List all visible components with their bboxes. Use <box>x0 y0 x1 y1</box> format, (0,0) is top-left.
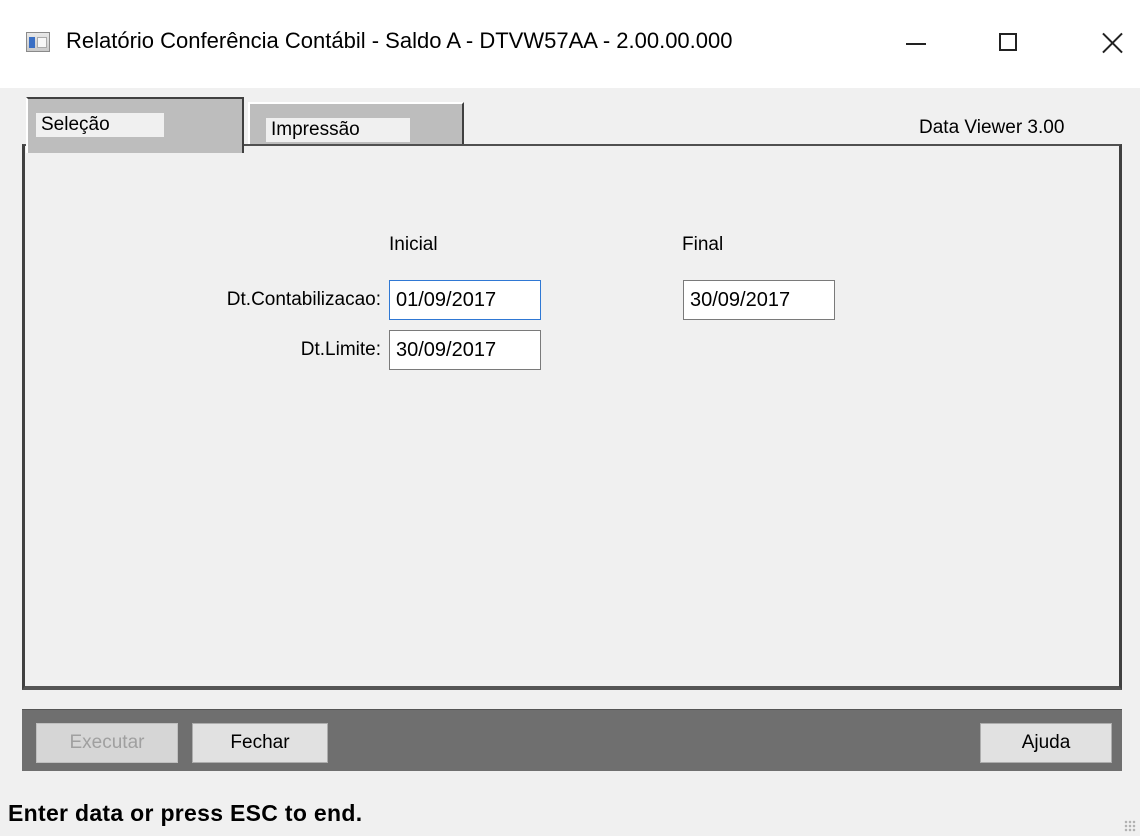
title-bar[interactable]: Relatório Conferência Contábil - Saldo A… <box>0 0 1140 88</box>
ajuda-button[interactable]: Ajuda <box>980 723 1112 763</box>
dt-contabilizacao-inicial-input[interactable]: 01/09/2017 <box>389 280 541 320</box>
selection-panel: Inicial Final Dt.Contabilizacao: 01/09/2… <box>22 144 1122 690</box>
column-header-inicial: Inicial <box>389 234 438 255</box>
tab-selecao[interactable]: Seleção <box>26 97 244 153</box>
status-bar: Enter data or press ESC to end. <box>0 780 1140 836</box>
tab-impressao[interactable]: Impressão <box>248 102 464 150</box>
resize-grip-icon[interactable] <box>1124 820 1136 832</box>
dt-limite-inicial-input[interactable]: 30/09/2017 <box>389 330 541 370</box>
tab-impressao-label: Impressão <box>266 118 410 142</box>
minimize-icon <box>906 43 926 45</box>
maximize-icon <box>999 33 1017 51</box>
dt-contabilizacao-final-input[interactable]: 30/09/2017 <box>683 280 835 320</box>
close-button[interactable] <box>1065 18 1135 68</box>
dt-contabilizacao-label: Dt.Contabilizacao: <box>226 289 381 310</box>
column-header-final: Final <box>682 234 724 255</box>
fechar-button[interactable]: Fechar <box>192 723 328 763</box>
window-title: Relatório Conferência Contábil - Saldo A… <box>66 28 733 53</box>
status-message: Enter data or press ESC to end. <box>8 800 363 826</box>
viewer-version-label: Data Viewer 3.00 <box>919 117 1065 138</box>
executar-button[interactable]: Executar <box>36 723 178 763</box>
tab-selecao-label: Seleção <box>36 113 164 137</box>
button-bar: Executar Fechar Ajuda <box>22 709 1122 771</box>
app-icon[interactable] <box>26 32 50 52</box>
maximize-button[interactable] <box>973 18 1043 68</box>
minimize-button[interactable] <box>878 18 948 68</box>
dt-limite-label: Dt.Limite: <box>300 339 381 360</box>
